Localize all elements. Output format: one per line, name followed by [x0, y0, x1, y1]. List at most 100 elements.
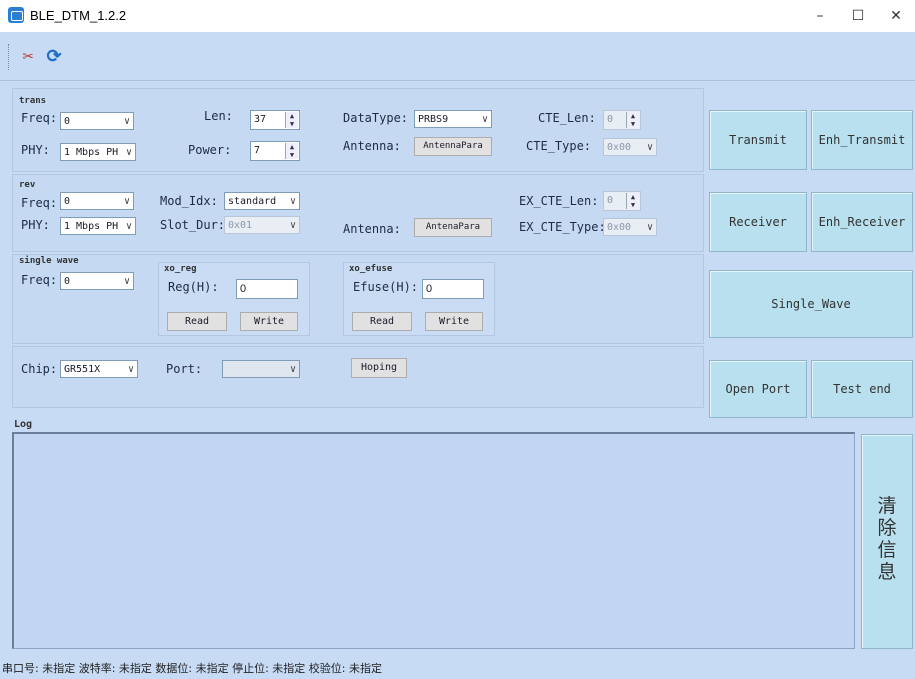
trans-power-label: Power:: [188, 143, 232, 157]
rev-slot-dur-select[interactable]: 0x01 ∨: [224, 216, 300, 234]
clear-log-button[interactable]: 清除信息: [861, 434, 913, 649]
rev-mod-idx-select[interactable]: standard ∨: [224, 192, 300, 210]
single-wave-button[interactable]: Single_Wave: [709, 270, 913, 338]
chevron-down-icon: ∨: [289, 196, 296, 207]
chevron-down-icon: ∨: [123, 196, 130, 207]
port-label: Port:: [166, 362, 203, 376]
rev-mod-idx-value: standard: [228, 196, 277, 207]
toolbar-grip: [8, 44, 11, 70]
single-wave-freq-value: 0: [64, 276, 71, 287]
reg-label: Reg(H):: [168, 280, 219, 294]
toolbar: [0, 32, 915, 81]
single-wave-freq-select[interactable]: 0 ∨: [60, 272, 134, 290]
xo-reg-group-label: xo_reg: [164, 264, 197, 274]
chevron-down-icon: ∨: [481, 114, 488, 125]
chevron-down-icon: ∨: [646, 142, 653, 153]
spinner-arrows-icon[interactable]: ▲ ▼: [285, 112, 298, 128]
chevron-down-icon: ∨: [289, 220, 296, 231]
chevron-down-icon: ∨: [125, 147, 132, 158]
reg-write-button[interactable]: Write: [240, 312, 298, 331]
refresh-icon[interactable]: ⟳: [42, 45, 66, 69]
transmit-button[interactable]: Transmit: [709, 110, 807, 170]
maximize-button[interactable]: ☐: [838, 4, 878, 28]
trans-len-spinner[interactable]: 37 ▲ ▼: [250, 110, 300, 130]
status-bar: 串口号: 未指定 波特率: 未指定 数据位: 未指定 停止位: 未指定 校验位:…: [2, 662, 382, 675]
rev-slot-dur-value: 0x01: [228, 220, 253, 231]
trans-cte-len-value: 0: [607, 114, 614, 125]
trans-power-value: 7: [254, 145, 261, 156]
title-bar: [0, 0, 915, 32]
trans-antenna-label: Antenna:: [343, 139, 401, 153]
rev-ex-cte-len-value: 0: [607, 195, 614, 206]
minimize-button[interactable]: –: [800, 4, 840, 28]
trans-phy-select[interactable]: 1 Mbps PH ∨: [60, 143, 136, 161]
efuse-read-button[interactable]: Read: [352, 312, 412, 331]
efuse-input[interactable]: 0: [422, 279, 484, 299]
rev-ex-cte-type-label: EX_CTE_Type:: [519, 220, 606, 234]
chevron-down-icon: ∨: [125, 221, 132, 232]
trans-cte-len-label: CTE_Len:: [538, 111, 596, 125]
rev-phy-value: 1 Mbps PH: [64, 221, 119, 232]
chip-label: Chip:: [21, 362, 58, 376]
single-wave-freq-label: Freq:: [21, 273, 58, 287]
trans-datatype-value: PRBS9: [418, 114, 449, 125]
rev-phy-select[interactable]: 1 Mbps PH ∨: [60, 217, 136, 235]
trans-freq-label: Freq:: [21, 111, 58, 125]
spinner-arrows-icon[interactable]: ▲ ▼: [285, 143, 298, 159]
rev-panel: [12, 174, 704, 252]
trans-antenna-para-button[interactable]: AntennaPara: [414, 137, 492, 156]
trans-len-value: 37: [254, 114, 267, 125]
efuse-label: Efuse(H):: [353, 280, 419, 294]
tools-icon[interactable]: ✂: [16, 45, 40, 69]
rev-ex-cte-len-spinner[interactable]: 0 ▲ ▼: [603, 191, 641, 211]
trans-cte-type-label: CTE_Type:: [526, 139, 592, 153]
close-button[interactable]: ✕: [876, 4, 915, 28]
trans-power-spinner[interactable]: 7 ▲ ▼: [250, 141, 300, 161]
rev-freq-select[interactable]: 0 ∨: [60, 192, 134, 210]
port-select[interactable]: ∨: [222, 360, 300, 378]
app-icon: [8, 7, 24, 23]
rev-group-label: rev: [19, 180, 36, 190]
log-textarea[interactable]: [12, 432, 855, 649]
reg-read-button[interactable]: Read: [167, 312, 227, 331]
hoping-button[interactable]: Hoping: [351, 358, 407, 378]
chevron-down-icon: ∨: [123, 116, 130, 127]
test-end-button[interactable]: Test end: [811, 360, 913, 418]
reg-input[interactable]: 0: [236, 279, 298, 299]
trans-freq-select[interactable]: 0 ∨: [60, 112, 134, 130]
receiver-button[interactable]: Receiver: [709, 192, 807, 252]
spinner-arrows-icon[interactable]: ▲ ▼: [626, 193, 639, 209]
trans-cte-len-spinner[interactable]: 0 ▲ ▼: [603, 110, 641, 130]
chevron-down-icon: ∨: [646, 222, 653, 233]
rev-freq-label: Freq:: [21, 196, 58, 210]
enh-transmit-button[interactable]: Enh_Transmit: [811, 110, 913, 170]
log-label: Log: [14, 419, 33, 430]
rev-ex-cte-type-value: 0x00: [607, 222, 632, 233]
trans-group-label: trans: [19, 96, 47, 106]
trans-len-label: Len:: [204, 109, 233, 123]
rev-antena-para-button[interactable]: AntenaPara: [414, 218, 492, 237]
rev-ex-cte-type-select[interactable]: 0x00 ∨: [603, 218, 657, 236]
chip-select[interactable]: GR551X ∨: [60, 360, 138, 378]
single-wave-group-label: single wave: [19, 256, 79, 266]
trans-phy-value: 1 Mbps PH: [64, 147, 119, 158]
open-port-button[interactable]: Open Port: [709, 360, 807, 418]
rev-phy-label: PHY:: [21, 218, 50, 232]
chevron-down-icon: ∨: [289, 364, 296, 375]
trans-phy-label: PHY:: [21, 143, 50, 157]
enh-receiver-button[interactable]: Enh_Receiver: [811, 192, 913, 252]
window-title: BLE_DTM_1.2.2: [30, 8, 127, 23]
rev-freq-value: 0: [64, 196, 71, 207]
trans-datatype-select[interactable]: PRBS9 ∨: [414, 110, 492, 128]
chevron-down-icon: ∨: [123, 276, 130, 287]
chip-value: GR551X: [64, 364, 101, 375]
trans-datatype-label: DataType:: [343, 111, 409, 125]
rev-antenna-label: Antenna:: [343, 222, 401, 236]
efuse-write-button[interactable]: Write: [425, 312, 483, 331]
xo-efuse-group-label: xo_efuse: [349, 264, 393, 274]
trans-cte-type-select[interactable]: 0x00 ∨: [603, 138, 657, 156]
chevron-down-icon: ∨: [127, 364, 134, 375]
rev-slot-dur-label: Slot_Dur:: [160, 218, 226, 232]
rev-ex-cte-len-label: EX_CTE_Len:: [519, 194, 599, 208]
spinner-arrows-icon[interactable]: ▲ ▼: [626, 112, 639, 128]
